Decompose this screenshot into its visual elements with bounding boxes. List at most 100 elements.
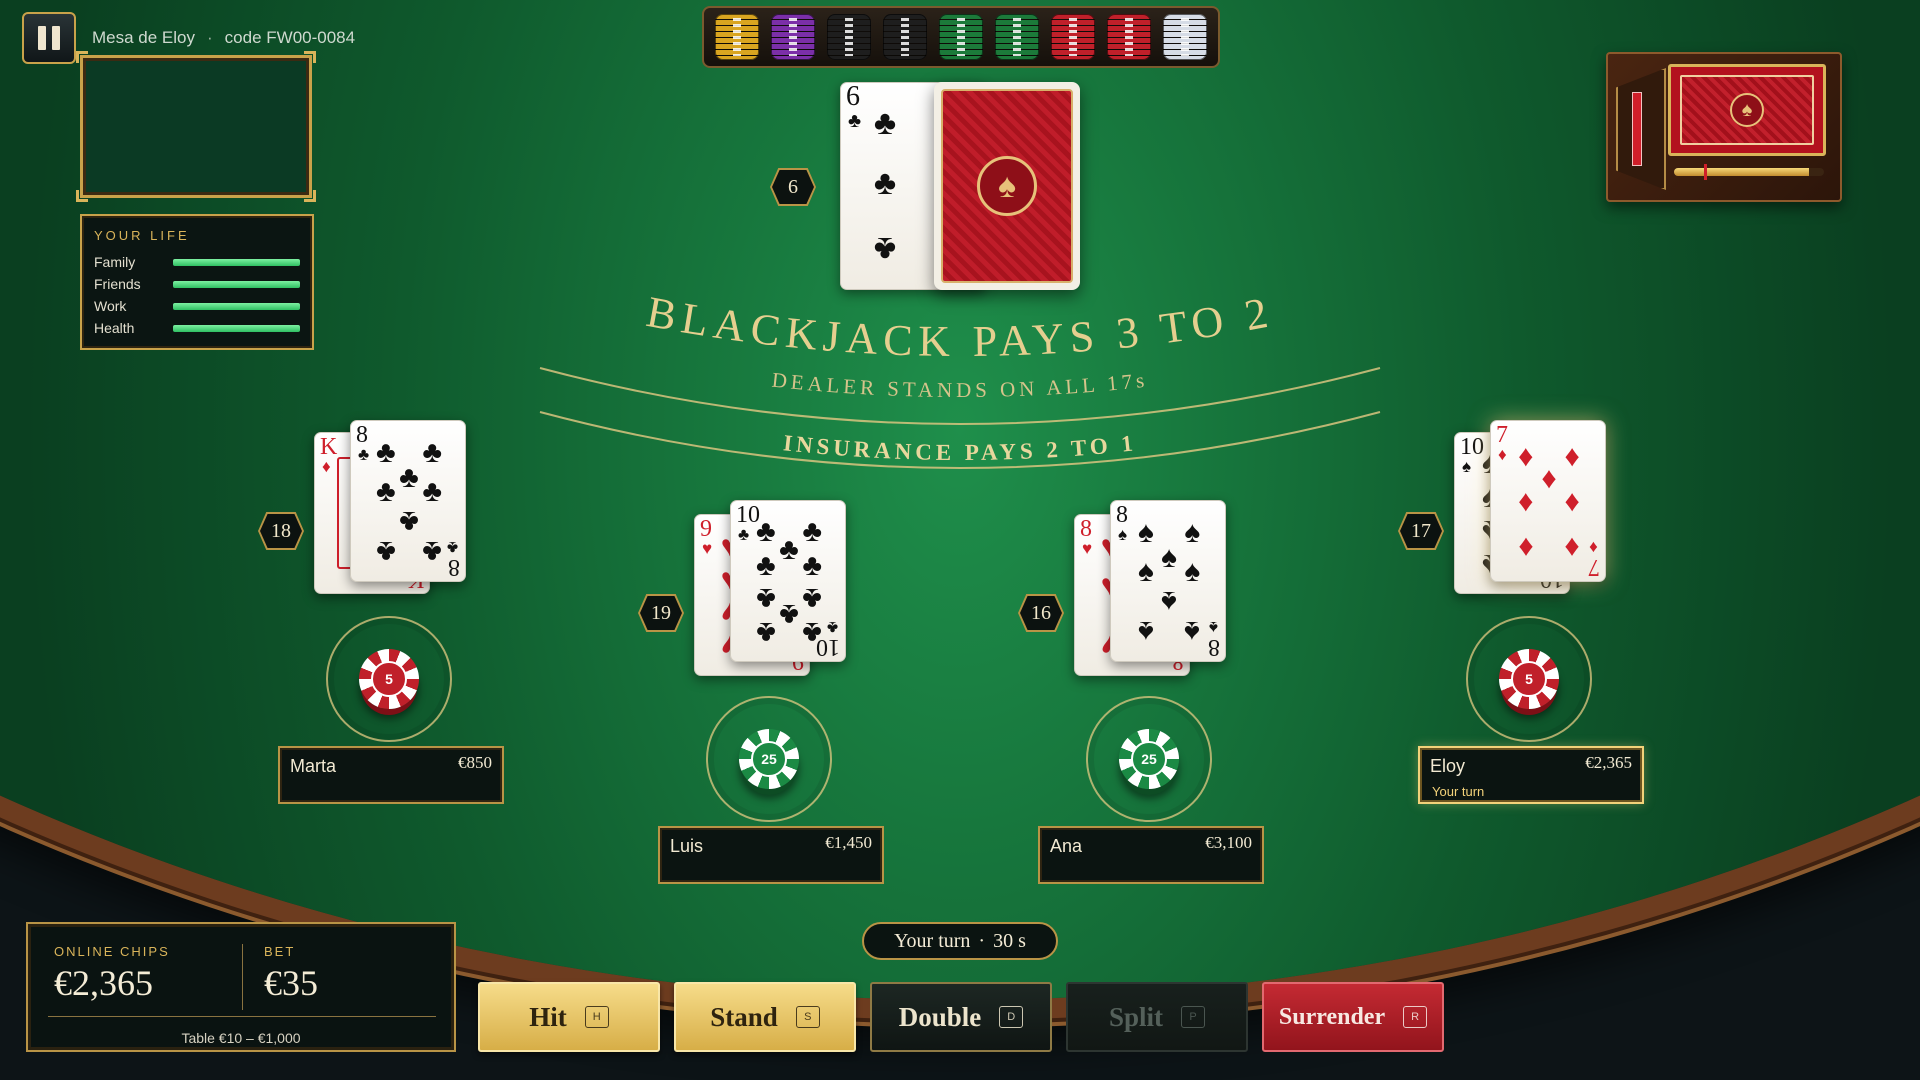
- shoe-top-card: ♠: [1668, 64, 1826, 156]
- card-pip: ♣: [802, 582, 823, 616]
- split-button: Split P: [1066, 982, 1248, 1052]
- card-pip: ♦: [1564, 485, 1580, 518]
- dealer-hole-card: ♠: [934, 82, 1080, 290]
- action-label: Double: [898, 1001, 982, 1032]
- card-pip: ♦: [1564, 531, 1580, 565]
- bet-circle[interactable]: 25: [1086, 696, 1212, 822]
- action-label: Surrender: [1278, 1003, 1386, 1030]
- bet-circle[interactable]: 25: [706, 696, 832, 822]
- card-suit: ♦: [322, 457, 331, 476]
- bet-chip-value: 5: [371, 661, 407, 697]
- action-label: Hit: [529, 1001, 567, 1032]
- card-pip: ♣: [422, 475, 443, 509]
- card-pip: ♣: [779, 532, 799, 566]
- card-suit: ♦: [1498, 445, 1507, 464]
- card-pip: ♦: [1518, 485, 1534, 518]
- card-pip: ♠: [1184, 555, 1201, 589]
- player-card: 10 ♣ 10 ♣ ♣ ♣ ♣ ♣ ♣ ♣ ♣ ♣ ♣ ♣: [730, 500, 846, 662]
- card-pip: ♣: [802, 514, 823, 548]
- surrender-button[interactable]: Surrender R: [1262, 982, 1444, 1052]
- felt-headline: BLACKJACK PAYS 3 TO 2: [643, 287, 1277, 366]
- player-nameplate: Ana €3,100: [1038, 826, 1264, 884]
- player-nameplate: Marta €850: [278, 746, 504, 804]
- shoe-penetration-meter: [1674, 168, 1824, 176]
- card-pip: ♣: [399, 460, 419, 494]
- tray-chip-stack: [1051, 14, 1095, 60]
- bet-chip-value: 5: [1511, 661, 1547, 697]
- player-balance: €850: [458, 753, 492, 772]
- card-pip: ♣: [802, 616, 823, 650]
- card-rank: 8: [1208, 634, 1220, 660]
- card-suit: ♣: [848, 110, 862, 132]
- card-suit: ♣: [738, 525, 750, 544]
- card-pip: ♣: [779, 598, 799, 632]
- online-chips-value: €2,365: [54, 963, 153, 1003]
- card-pip: ♣: [422, 534, 443, 568]
- life-meter-work: Work: [94, 295, 300, 317]
- spade-emblem-icon: ♠: [1730, 93, 1764, 127]
- player-card: 7 ♦ 7 ♦ ♦ ♦ ♦ ♦ ♦ ♦ ♦: [1490, 420, 1606, 582]
- life-meter-bar: [173, 280, 300, 288]
- bet-chip: 5: [359, 649, 419, 709]
- life-meter-bar: [173, 324, 300, 332]
- card-rank: 9: [700, 516, 712, 542]
- turn-timer-label: Your turn: [894, 929, 971, 952]
- card-rank: 7: [1496, 422, 1508, 448]
- card-pip: ♠: [1137, 555, 1154, 589]
- bet-chip-value: 25: [751, 741, 787, 777]
- life-panel-title: YOUR LIFE: [94, 228, 190, 243]
- keyboard-shortcut-hint: R: [1403, 1006, 1428, 1028]
- bet-circle[interactable]: 5: [326, 616, 452, 742]
- life-meter-health: Health: [94, 317, 300, 339]
- card-pip: ♠: [1184, 614, 1201, 648]
- card-suit: ♠: [1462, 457, 1472, 476]
- life-meter-family: Family: [94, 251, 300, 273]
- hand-total-badge: 16: [1018, 594, 1064, 632]
- card-pip: ♦: [1564, 439, 1580, 473]
- card-pip: ♣: [399, 505, 419, 539]
- card-pip: ♦: [1541, 462, 1557, 496]
- card-rank: K: [320, 434, 338, 460]
- card-rank: 6: [846, 81, 860, 112]
- card-rank: 8: [1116, 502, 1128, 528]
- card-suit: ♠: [1118, 525, 1128, 544]
- player-balance: €3,100: [1205, 833, 1252, 852]
- action-label: Split: [1108, 1001, 1164, 1032]
- card-pip: ♣: [873, 164, 897, 202]
- player-card: 8 ♣ 8 ♣ ♣ ♣ ♣ ♣ ♣ ♣ ♣ ♣: [350, 420, 466, 582]
- card-suit: ♣: [826, 618, 838, 637]
- pause-button[interactable]: [22, 12, 76, 64]
- your-life-panel: YOUR LIFE Family Friends Work Health: [80, 214, 314, 350]
- card-pip: ♣: [375, 475, 396, 509]
- stand-button[interactable]: Stand S: [674, 982, 856, 1052]
- card-suit: ♥: [1082, 539, 1093, 558]
- card-pip: ♣: [873, 230, 897, 268]
- tray-chip-stack: [1107, 14, 1151, 60]
- tray-chip-stack: [995, 14, 1039, 60]
- bet-value: €35: [264, 963, 318, 1003]
- card-pip: ♣: [755, 514, 776, 548]
- tray-chip-stack: [827, 14, 871, 60]
- hit-button[interactable]: Hit H: [478, 982, 660, 1052]
- card-pip: ♣: [375, 436, 396, 470]
- bet-circle[interactable]: 5: [1466, 616, 1592, 742]
- table-name: Mesa de Eloy: [92, 28, 195, 47]
- turn-timer-seconds: 30 s: [993, 929, 1026, 952]
- dealer-chip-tray: [702, 6, 1220, 68]
- player-nameplate: Eloy €2,365 Your turn: [1418, 746, 1644, 804]
- bet-label: BET: [264, 944, 296, 959]
- card-pip: ♠: [1161, 540, 1177, 574]
- life-meter-friends: Friends: [94, 273, 300, 295]
- life-meter-bar: [173, 302, 300, 310]
- felt-rule-line: DEALER STANDS ON ALL 17s: [771, 368, 1150, 402]
- player-status: Your turn: [1432, 784, 1485, 799]
- player-card: 8 ♠ 8 ♠ ♠ ♠ ♠ ♠ ♠ ♠ ♠ ♠: [1110, 500, 1226, 662]
- double-button[interactable]: Double D: [870, 982, 1052, 1052]
- card-rank: 7: [1588, 554, 1600, 580]
- card-rank: 8: [356, 422, 368, 448]
- felt-insurance-line: INSURANCE PAYS 2 TO 1: [782, 430, 1138, 465]
- table-info: Mesa de Eloy · code FW00-0084: [92, 28, 356, 47]
- card-suit: ♥: [702, 539, 713, 558]
- card-pip: ♦: [1518, 531, 1534, 565]
- card-pip: ♦: [1518, 439, 1534, 473]
